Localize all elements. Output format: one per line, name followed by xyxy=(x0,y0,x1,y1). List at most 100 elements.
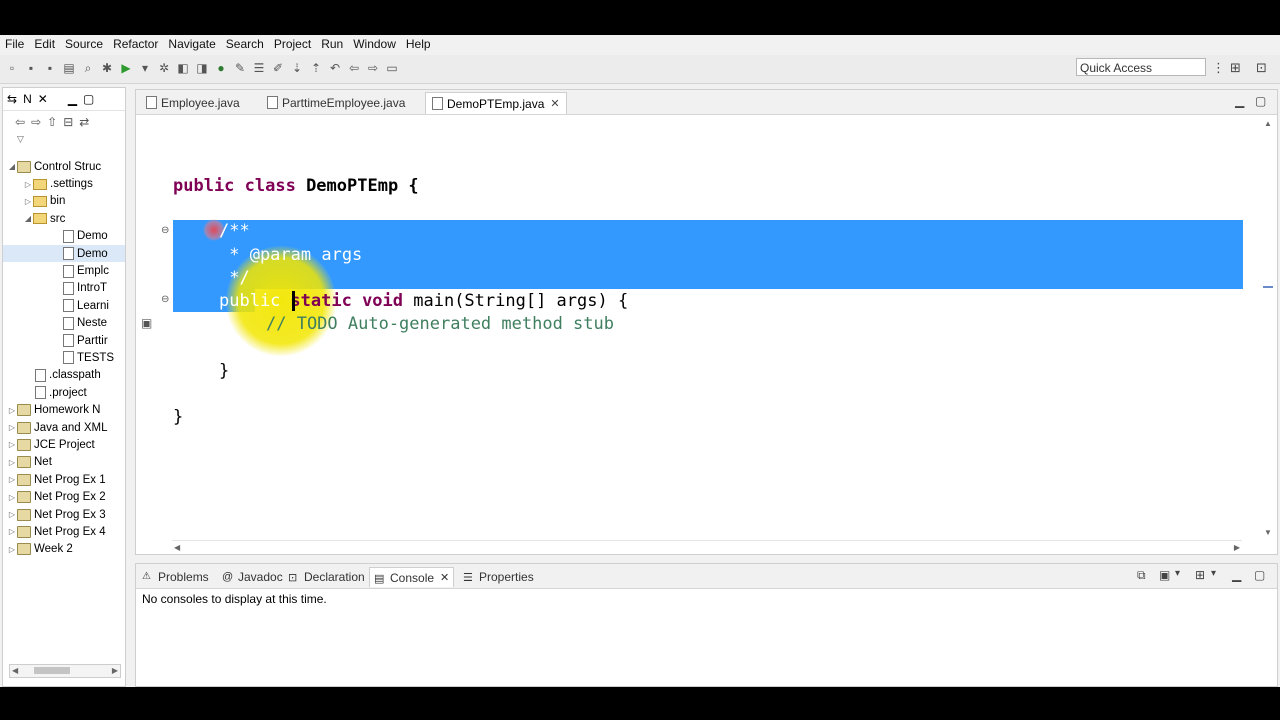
view-menu-chevron-down-icon[interactable]: ▽ xyxy=(17,134,24,145)
maximize-icon[interactable]: ▢ xyxy=(1255,94,1266,108)
menu-refactor[interactable]: Refactor xyxy=(108,37,163,51)
collapsed-arrow-icon[interactable]: ▷ xyxy=(7,545,17,554)
tree-item[interactable]: ▷ Java and XML xyxy=(3,419,125,436)
tree-item[interactable]: ▷ Net Prog Ex 3 xyxy=(3,506,125,523)
tab-parttimeemployee[interactable]: ParttimeEmployee.java xyxy=(261,92,411,113)
tree-item[interactable]: .project xyxy=(3,384,125,401)
open-console-icon[interactable]: ⧉ xyxy=(1137,568,1146,583)
fold-collapse-icon[interactable]: ⊖ xyxy=(161,225,169,236)
tree-item[interactable]: Learni xyxy=(3,297,125,314)
save-icon[interactable]: ▪ xyxy=(23,60,39,76)
code-editor[interactable]: ⊖ ⊖ ▣ public class DemoPTEmp { /** * @pa… xyxy=(136,116,1259,540)
tree-item[interactable]: Demo xyxy=(3,244,125,263)
tree-item[interactable]: ▷ .settings xyxy=(3,175,125,192)
collapse-all-icon[interactable]: ⊟ xyxy=(63,115,73,129)
back-icon[interactable]: ⇦ xyxy=(346,60,362,76)
menu-project[interactable]: Project xyxy=(269,37,316,51)
tree-item[interactable]: IntroT xyxy=(3,280,125,297)
collapsed-arrow-icon[interactable]: ▷ xyxy=(23,180,33,189)
tree-item[interactable]: ▷ Week 2 xyxy=(3,541,125,558)
chevron-down-icon[interactable]: ▾ xyxy=(1211,568,1216,579)
tree-item[interactable]: TESTS xyxy=(3,349,125,366)
menu-search[interactable]: Search xyxy=(221,37,269,51)
tree-item[interactable]: ▷ JCE Project xyxy=(3,436,125,453)
up-icon[interactable]: ⇧ xyxy=(47,115,57,129)
run-dropdown-icon[interactable]: ▾ xyxy=(137,60,153,76)
quick-access-input[interactable]: Quick Access xyxy=(1076,58,1206,76)
debug-icon[interactable]: ✱ xyxy=(99,60,115,76)
back-icon[interactable]: ⇦ xyxy=(15,115,25,129)
new-class-icon[interactable]: ● xyxy=(213,60,229,76)
tab-employee[interactable]: Employee.java xyxy=(140,92,246,113)
tree-item[interactable]: ▷ Homework N xyxy=(3,401,125,418)
toggle-mark-icon[interactable]: ✐ xyxy=(270,60,286,76)
collapsed-arrow-icon[interactable]: ▷ xyxy=(7,527,17,536)
tree-item[interactable]: ▷ Net Prog Ex 2 xyxy=(3,488,125,505)
tree-item[interactable]: ◢ Control Struc xyxy=(3,158,125,175)
tree-item[interactable]: Demo xyxy=(3,228,125,245)
tab-console[interactable]: ▤ Console ✕ xyxy=(369,567,455,587)
collapsed-arrow-icon[interactable]: ▷ xyxy=(7,475,17,484)
tree-item[interactable]: ▷ bin xyxy=(3,193,125,210)
tree-item[interactable]: ▷ Net xyxy=(3,454,125,471)
new-package-icon[interactable]: ◨ xyxy=(194,60,210,76)
collapsed-arrow-icon[interactable]: ▷ xyxy=(7,510,17,519)
collapsed-arrow-icon[interactable]: ▷ xyxy=(23,197,33,206)
scrollbar-thumb[interactable] xyxy=(34,667,70,674)
close-tab-icon[interactable]: ✕ xyxy=(440,571,449,584)
open-task-icon[interactable]: ☰ xyxy=(251,60,267,76)
menu-run[interactable]: Run xyxy=(316,37,348,51)
close-tab-icon[interactable]: ✕ xyxy=(550,97,559,110)
editor-vertical-scrollbar[interactable]: ▲ ▼ xyxy=(1259,116,1277,540)
save-all-icon[interactable]: ▪ xyxy=(42,60,58,76)
tab-declaration[interactable]: ⊡ Declaration xyxy=(288,567,365,586)
collapsed-arrow-icon[interactable]: ▷ xyxy=(7,423,17,432)
open-type-icon[interactable]: ✎ xyxy=(232,60,248,76)
forward-icon[interactable]: ⇨ xyxy=(31,115,41,129)
menu-window[interactable]: Window xyxy=(348,37,401,51)
print-icon[interactable]: ▤ xyxy=(61,60,77,76)
display-console-icon[interactable]: ▣ xyxy=(1159,568,1170,582)
run-icon[interactable]: ▶ xyxy=(118,60,134,76)
last-edit-icon[interactable]: ↶ xyxy=(327,60,343,76)
chevron-down-icon[interactable]: ▾ xyxy=(1175,568,1180,579)
expanded-arrow-icon[interactable]: ◢ xyxy=(7,162,17,171)
pin-editor-icon[interactable]: ▭ xyxy=(384,60,400,76)
minimize-icon[interactable]: ▁ xyxy=(1232,568,1241,582)
new-java-project-icon[interactable]: ◧ xyxy=(175,60,191,76)
minimize-icon[interactable]: ▁ xyxy=(1235,94,1244,108)
maximize-icon[interactable]: ▢ xyxy=(1254,568,1265,582)
menu-edit[interactable]: Edit xyxy=(29,37,60,51)
tree-item[interactable]: Neste xyxy=(3,315,125,332)
close-icon[interactable]: ✕ xyxy=(38,92,48,106)
forward-icon[interactable]: ⇨ xyxy=(365,60,381,76)
expanded-arrow-icon[interactable]: ◢ xyxy=(23,214,33,223)
search-icon[interactable]: ⌕ xyxy=(80,60,96,76)
new-console-icon[interactable]: ⊞ xyxy=(1195,568,1205,582)
external-tools-icon[interactable]: ✲ xyxy=(156,60,172,76)
next-annotation-icon[interactable]: ⇣ xyxy=(289,60,305,76)
tree-item[interactable]: ◢ src xyxy=(3,210,125,227)
navigator-horizontal-scrollbar[interactable]: ◀ ▶ xyxy=(9,664,121,678)
tab-javadoc[interactable]: @ Javadoc xyxy=(222,567,283,586)
overview-ruler-marker[interactable] xyxy=(1263,286,1273,288)
collapsed-arrow-icon[interactable]: ▷ xyxy=(7,440,17,449)
menu-source[interactable]: Source xyxy=(60,37,108,51)
menu-file[interactable]: File xyxy=(0,37,29,51)
java-perspective-icon[interactable]: ⊡ xyxy=(1256,60,1267,76)
link-editor-icon[interactable]: ⇄ xyxy=(79,115,89,129)
minimize-icon[interactable]: ▁ xyxy=(68,92,77,106)
navigator-tab-label[interactable]: N xyxy=(23,92,32,106)
open-perspective-icon[interactable]: ⊞ xyxy=(1230,60,1241,76)
tree-item[interactable]: ▷ Net Prog Ex 4 xyxy=(3,523,125,540)
tree-item[interactable]: Emplc xyxy=(3,262,125,279)
collapsed-arrow-icon[interactable]: ▷ xyxy=(7,406,17,415)
collapsed-arrow-icon[interactable]: ▷ xyxy=(7,493,17,502)
tree-item[interactable]: .classpath xyxy=(3,367,125,384)
new-icon[interactable]: ▫ xyxy=(4,60,20,76)
menu-help[interactable]: Help xyxy=(401,37,436,51)
tree-item[interactable]: ▷ Net Prog Ex 1 xyxy=(3,471,125,488)
prev-annotation-icon[interactable]: ⇡ xyxy=(308,60,324,76)
tab-problems[interactable]: ⚠ Problems xyxy=(142,567,209,586)
tab-demoptemp[interactable]: DemoPTEmp.java ✕ xyxy=(425,92,567,114)
